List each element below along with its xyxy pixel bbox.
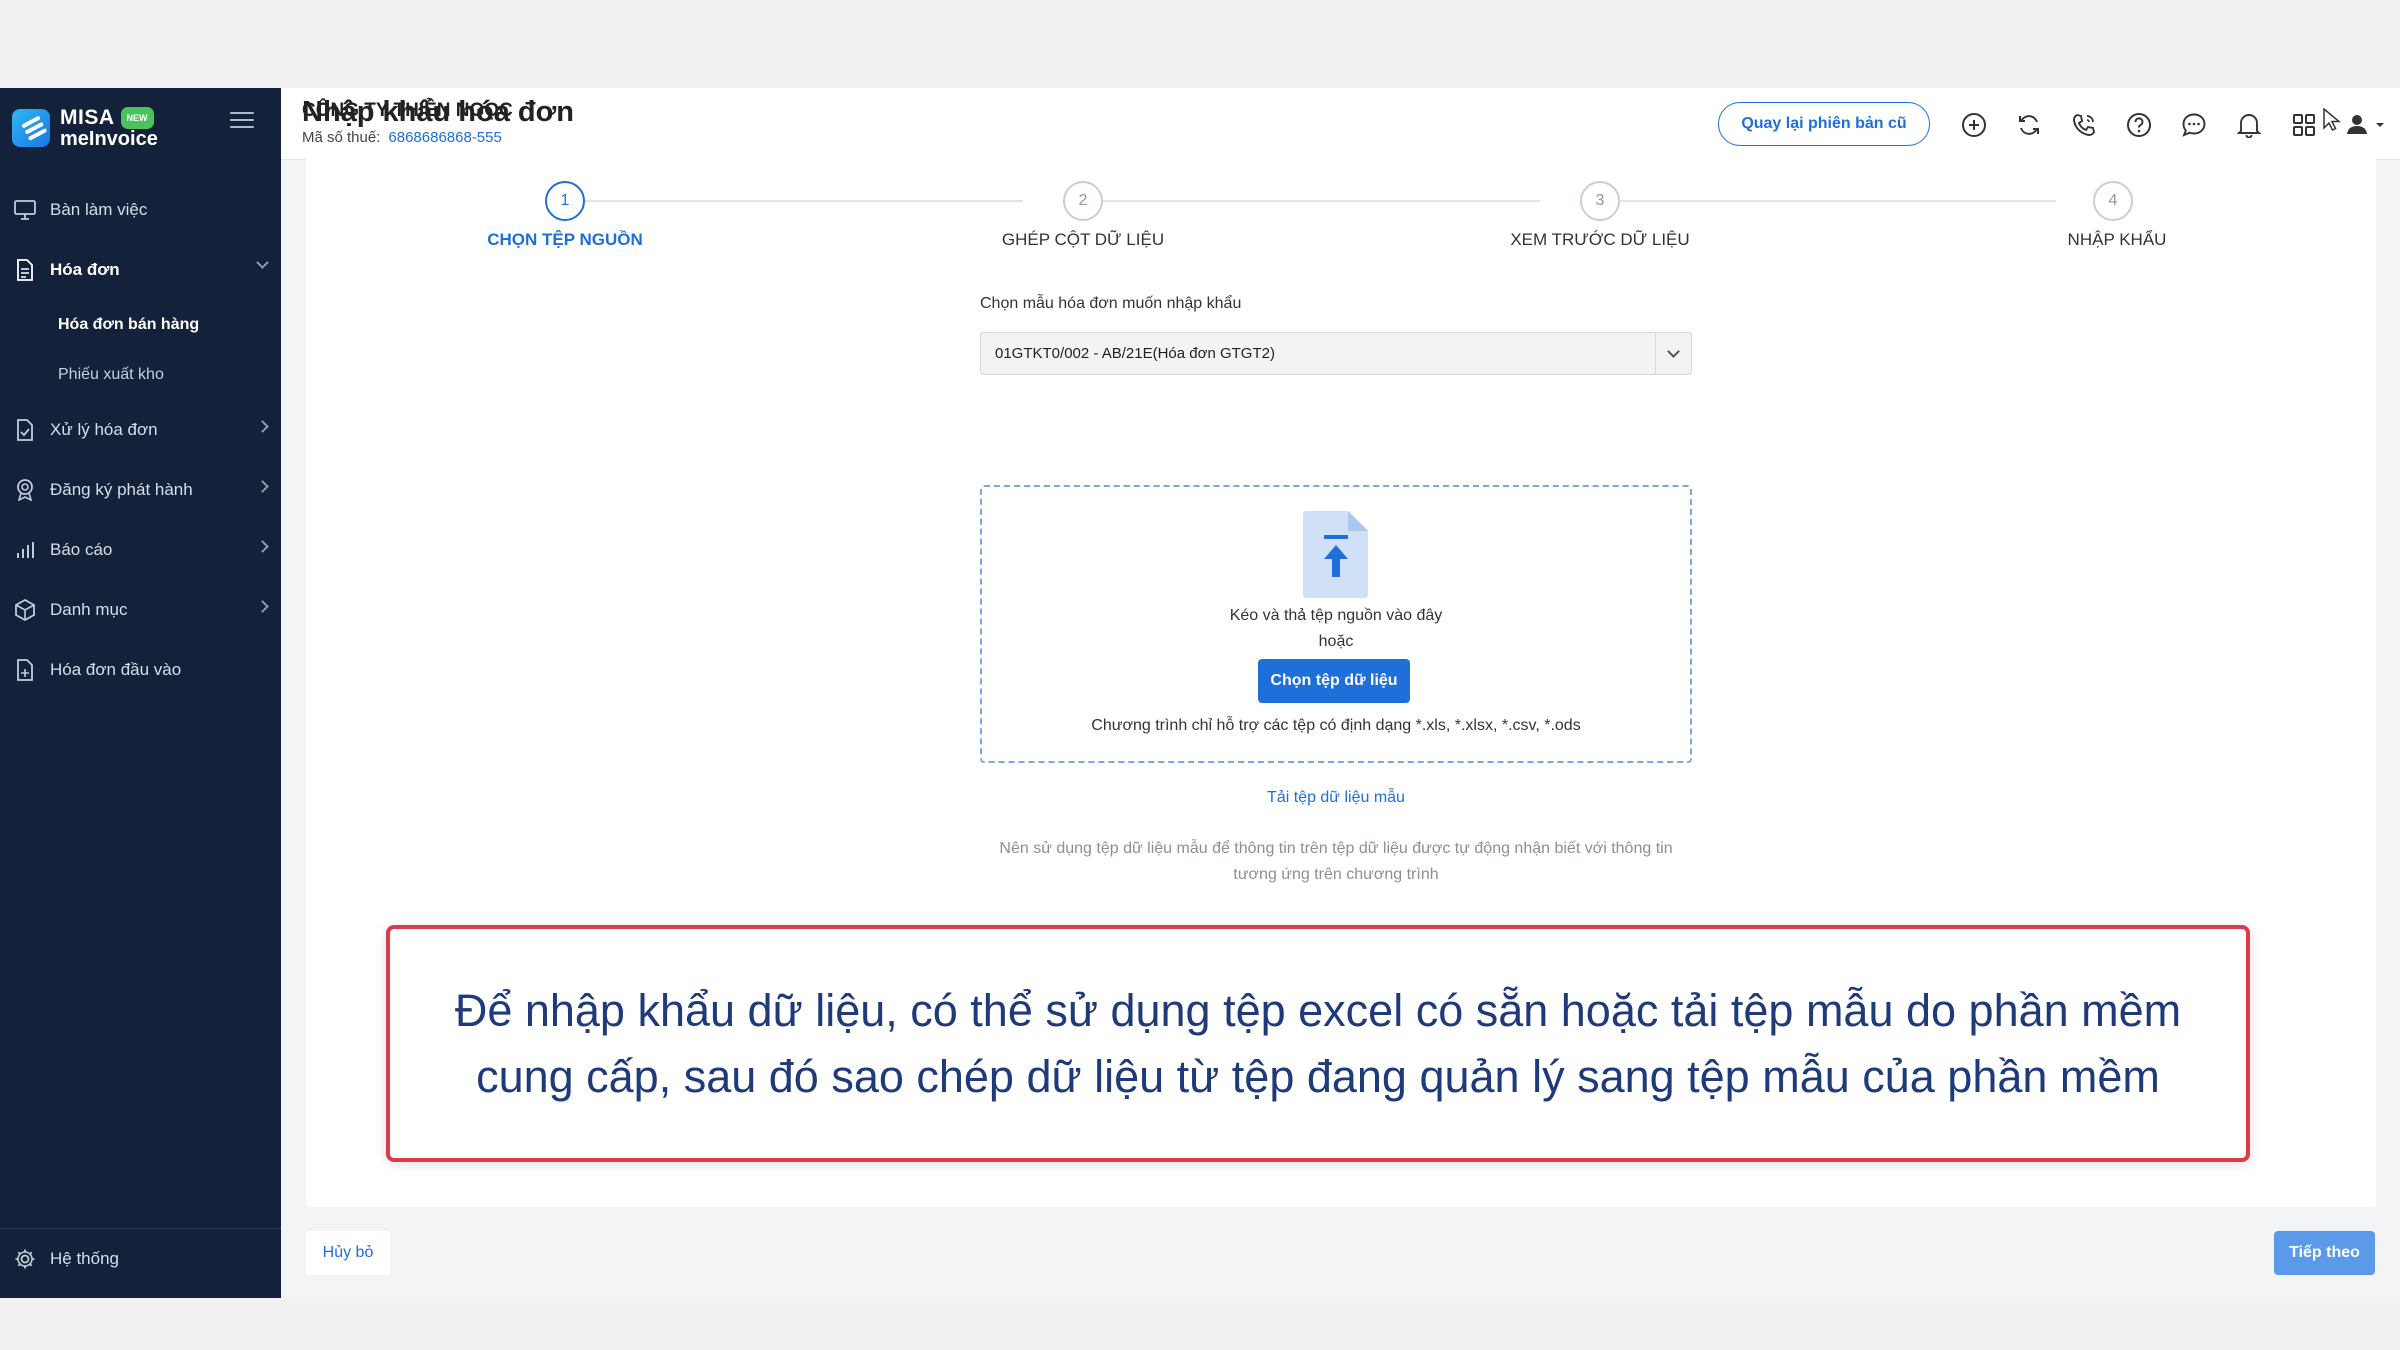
- bell-icon[interactable]: [2235, 111, 2263, 139]
- monitor-icon: [12, 197, 38, 223]
- sample-hint-text: Nên sử dụng tệp dữ liệu mẫu để thông tin…: [980, 836, 1692, 888]
- step-3-label: XEM TRƯỚC DỮ LIỆU: [1510, 230, 1690, 249]
- sidebar: MISA NEW meInvoice Bàn làm việc Hóa đơn H…: [0, 88, 281, 1298]
- template-select-label: Chọn mẫu hóa đơn muốn nhập khẩu: [980, 295, 1242, 312]
- step-3-circle[interactable]: 3: [1580, 181, 1620, 221]
- brand-name: MISA: [60, 106, 115, 129]
- user-avatar-icon[interactable]: [2341, 111, 2391, 139]
- chevron-right-icon: [256, 540, 269, 553]
- wizard-stepper: 1 2 3 4 CHỌN TỆP NGUỒN GHÉP CỘT DỮ LIỆU …: [306, 157, 2376, 277]
- callout-line-1: Để nhập khẩu dữ liệu, có thể sử dụng tệp…: [454, 984, 2182, 1036]
- step-connector: [585, 200, 1023, 202]
- step-2-label: GHÉP CỘT DỮ LIỆU: [1001, 230, 1165, 249]
- cancel-button[interactable]: Hủy bỏ: [306, 1231, 390, 1275]
- supported-formats-text: Chương trình chỉ hỗ trợ các tệp có định …: [1091, 717, 1581, 734]
- dropzone-or-text: hoặc: [1318, 633, 1354, 650]
- sidebar-item-ban-lam-viec[interactable]: Bàn làm việc: [0, 180, 281, 240]
- badge-icon: [12, 477, 38, 503]
- top-header: CÔNG TY THIÊN NGỌC Mã số thuế: 6868686868…: [281, 88, 2400, 160]
- file-dropzone[interactable]: Kéo và thả tệp nguồn vào đây hoặc Chọn t…: [980, 485, 1692, 763]
- chevron-down-icon[interactable]: [1655, 333, 1691, 374]
- sidebar-item-hoa-don-dau-vao[interactable]: Hóa đơn đầu vào: [0, 640, 281, 700]
- sidebar-item-label: Báo cáo: [50, 540, 113, 559]
- back-to-old-version-button[interactable]: Quay lại phiên bản cũ: [1718, 102, 1930, 146]
- sidebar-item-label: Hệ thống: [50, 1248, 119, 1268]
- sidebar-item-danh-muc[interactable]: Danh mục: [0, 580, 281, 640]
- page-title: Nhập khẩu hóa đơn: [302, 96, 574, 128]
- sidebar-item-hoa-don[interactable]: Hóa đơn: [0, 240, 281, 300]
- sidebar-subitem-phieu-xuat-kho[interactable]: Phiếu xuất kho: [0, 350, 281, 400]
- sidebar-item-label: Hóa đơn đầu vào: [50, 660, 182, 679]
- sidebar-item-label: Danh mục: [50, 600, 128, 619]
- document-icon: [12, 257, 38, 283]
- file-upload-icon: [1303, 511, 1368, 598]
- step-4-label: NHẬP KHẨU: [2067, 230, 2167, 249]
- sidebar-subitem-hoa-don-ban-hang[interactable]: Hóa đơn bán hàng: [0, 300, 281, 350]
- chevron-right-icon: [256, 420, 269, 433]
- download-sample-link[interactable]: Tải tệp dữ liệu mẫu: [980, 789, 1692, 807]
- sidebar-item-dang-ky-phat-hanh[interactable]: Đăng ký phát hành: [0, 460, 281, 520]
- sidebar-item-label: Hóa đơn: [50, 260, 120, 279]
- add-circle-icon[interactable]: [1960, 111, 1988, 139]
- sidebar-item-bao-cao[interactable]: Báo cáo: [0, 520, 281, 580]
- help-icon[interactable]: [2125, 111, 2153, 139]
- misa-logo-icon: [12, 109, 50, 147]
- sidebar-nav: Bàn làm việc Hóa đơn Hóa đơn bán hàng Ph…: [0, 180, 281, 700]
- template-select[interactable]: 01GTKT0/002 - AB/21E(Hóa đơn GTGT2): [980, 332, 1692, 375]
- choose-file-button[interactable]: Chọn tệp dữ liệu: [1258, 659, 1410, 703]
- sidebar-item-label: Bàn làm việc: [50, 200, 148, 219]
- sidebar-item-he-thong[interactable]: Hệ thống: [0, 1228, 281, 1288]
- chevron-right-icon: [256, 600, 269, 613]
- callout-line-2: cung cấp, sau đó sao chép dữ liệu từ tệp…: [476, 1050, 2160, 1102]
- sidebar-item-label: Xử lý hóa đơn: [50, 420, 158, 439]
- next-button[interactable]: Tiếp theo: [2274, 1231, 2375, 1275]
- template-select-value: 01GTKT0/002 - AB/21E(Hóa đơn GTGT2): [995, 345, 1275, 362]
- chevron-down-icon: [256, 256, 269, 269]
- apps-grid-icon[interactable]: [2290, 111, 2318, 139]
- hint-line-2: tương ứng trên chương trình: [1233, 866, 1439, 883]
- sidebar-item-label: Đăng ký phát hành: [50, 480, 193, 499]
- sync-icon[interactable]: [2015, 111, 2043, 139]
- box-icon: [12, 597, 38, 623]
- new-badge: NEW: [120, 107, 154, 129]
- step-2-circle[interactable]: 2: [1063, 181, 1103, 221]
- chevron-right-icon: [256, 480, 269, 493]
- tax-label: Mã số thuế:: [302, 129, 381, 146]
- brand-sub: meInvoice: [60, 128, 158, 150]
- step-connector: [1103, 200, 1540, 202]
- step-1-circle[interactable]: 1: [545, 181, 585, 221]
- document-in-icon: [12, 657, 38, 683]
- step-4-circle[interactable]: 4: [2093, 181, 2133, 221]
- brand-logo[interactable]: MISA NEW meInvoice: [12, 104, 158, 152]
- step-connector: [1620, 200, 2056, 202]
- dropzone-text: Kéo và thả tệp nguồn vào đây: [1229, 607, 1443, 624]
- mouse-cursor-icon: [2323, 108, 2342, 132]
- hint-line-1: Nên sử dụng tệp dữ liệu mẫu để thông tin…: [999, 840, 1673, 857]
- tutorial-callout: Để nhập khẩu dữ liệu, có thể sử dụng tệp…: [386, 925, 2250, 1162]
- phone-icon[interactable]: [2070, 111, 2098, 139]
- sidebar-item-xu-ly-hoa-don[interactable]: Xử lý hóa đơn: [0, 400, 281, 460]
- hamburger-menu-icon[interactable]: [230, 112, 254, 130]
- gear-icon: [12, 1246, 38, 1272]
- step-1-label: CHỌN TỆP NGUỒN: [487, 230, 643, 249]
- chat-icon[interactable]: [2180, 111, 2208, 139]
- tax-value: 6868686868-555: [388, 129, 502, 146]
- document-check-icon: [12, 417, 38, 443]
- bar-chart-icon: [12, 537, 38, 563]
- tax-code: Mã số thuế: 6868686868-555: [302, 129, 502, 146]
